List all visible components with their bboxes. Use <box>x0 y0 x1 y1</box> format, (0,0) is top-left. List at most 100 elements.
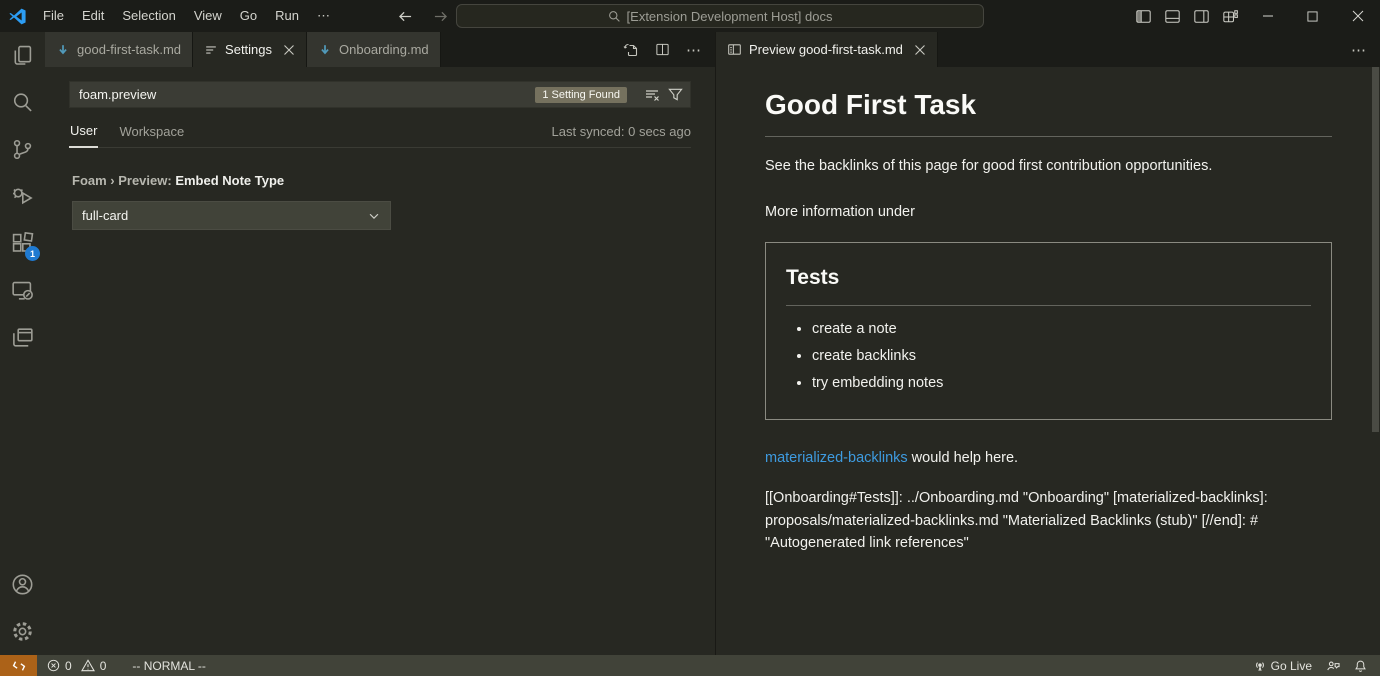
open-preview-icon <box>727 42 742 57</box>
embedded-note-title: Tests <box>786 245 1311 307</box>
menu-go[interactable]: Go <box>231 0 266 32</box>
tab-label: Preview good-first-task.md <box>749 42 903 57</box>
editor-group-left: good-first-task.md Settings Onboarding. <box>45 32 716 655</box>
settings-search-input[interactable]: foam.preview 1 Setting Found <box>69 81 691 108</box>
scope-tab-user[interactable]: User <box>69 123 98 148</box>
notifications-bell-icon[interactable] <box>1347 655 1374 676</box>
windows-stack-icon[interactable] <box>0 314 45 361</box>
setting-name: Embed Note Type <box>175 173 284 188</box>
nav-forward-icon[interactable] <box>433 10 448 23</box>
settings-results-badge: 1 Setting Found <box>535 87 627 103</box>
vscode-window: File Edit Selection View Go Run ⋯ [Exten… <box>0 0 1380 676</box>
left-editor-actions: ⋯ <box>623 32 715 67</box>
explorer-icon[interactable] <box>0 32 45 79</box>
setting-category: Foam › Preview: <box>72 173 175 188</box>
titlebar: File Edit Selection View Go Run ⋯ [Exten… <box>0 0 1380 32</box>
markdown-preview: Good First Task See the backlinks of thi… <box>716 67 1380 555</box>
materialized-backlinks-link[interactable]: materialized-backlinks <box>765 450 908 466</box>
source-control-icon[interactable] <box>0 126 45 173</box>
remote-indicator[interactable] <box>0 655 37 676</box>
tab-label: good-first-task.md <box>77 42 181 57</box>
error-icon <box>47 659 60 672</box>
list-item: create backlinks <box>812 346 1311 368</box>
toggle-secondary-sidebar-icon[interactable] <box>1187 0 1216 32</box>
toggle-panel-icon[interactable] <box>1158 0 1187 32</box>
select-value: full-card <box>82 208 128 223</box>
vscode-logo-icon <box>0 8 34 25</box>
embed-note-type-select[interactable]: full-card <box>72 201 391 230</box>
embedded-note-list: create a note create backlinks try embed… <box>786 319 1311 394</box>
search-sidebar-icon[interactable] <box>0 79 45 126</box>
menu-edit[interactable]: Edit <box>73 0 113 32</box>
statusbar-right: Go Live <box>1246 655 1380 676</box>
filter-icon[interactable] <box>668 87 683 102</box>
error-count: 0 <box>65 659 72 673</box>
embedded-note-card: Tests create a note create backlinks try… <box>765 242 1332 421</box>
close-tab-icon[interactable] <box>283 44 295 56</box>
markdown-file-icon <box>318 43 332 57</box>
tab-label: Onboarding.md <box>339 42 429 57</box>
titlebar-controls <box>1129 0 1380 32</box>
tab-good-first-task[interactable]: good-first-task.md <box>45 32 193 67</box>
broadcast-icon <box>1253 659 1267 673</box>
customize-layout-icon[interactable] <box>1216 0 1245 32</box>
history-nav <box>398 0 448 32</box>
settings-editor: foam.preview 1 Setting Found User Worksp… <box>45 67 715 230</box>
settings-gear-icon[interactable] <box>0 608 45 655</box>
command-center-label: [Extension Development Host] docs <box>627 9 833 24</box>
setting-title: Foam › Preview: Embed Note Type <box>72 173 691 188</box>
menu-file[interactable]: File <box>34 0 73 32</box>
go-live-button[interactable]: Go Live <box>1246 655 1319 676</box>
preview-paragraph: See the backlinks of this page for good … <box>765 156 1332 178</box>
chevron-down-icon <box>367 209 381 223</box>
maximize-button[interactable] <box>1290 0 1335 32</box>
toggle-sidebar-icon[interactable] <box>1129 0 1158 32</box>
clear-filters-icon[interactable] <box>644 87 660 103</box>
run-debug-icon[interactable] <box>0 173 45 220</box>
problems-status[interactable]: 0 0 <box>41 655 112 676</box>
last-synced-label: Last synced: 0 secs ago <box>552 124 691 147</box>
menubar: File Edit Selection View Go Run ⋯ <box>34 0 340 32</box>
tab-onboarding[interactable]: Onboarding.md <box>307 32 441 67</box>
command-center-search[interactable]: [Extension Development Host] docs <box>456 4 984 28</box>
close-tab-icon[interactable] <box>914 44 926 56</box>
more-actions-icon[interactable]: ⋯ <box>1351 41 1367 59</box>
minimize-button[interactable] <box>1245 0 1290 32</box>
menu-selection[interactable]: Selection <box>113 0 184 32</box>
link-tail-text: would help here. <box>908 450 1018 466</box>
nav-back-icon[interactable] <box>398 10 413 23</box>
menu-view[interactable]: View <box>185 0 231 32</box>
activity-bar: 1 <box>0 32 45 655</box>
tab-settings[interactable]: Settings <box>193 32 307 67</box>
scope-tab-workspace[interactable]: Workspace <box>118 124 185 147</box>
vim-mode-status[interactable]: -- NORMAL -- <box>126 655 212 676</box>
tab-label: Settings <box>225 42 272 57</box>
left-tabbar: good-first-task.md Settings Onboarding. <box>45 32 715 67</box>
warning-icon <box>81 659 95 672</box>
feedback-icon[interactable] <box>1319 655 1347 676</box>
preview-paragraph: materialized-backlinks would help here. <box>765 448 1332 470</box>
link-references-text: [[Onboarding#Tests]]: ../Onboarding.md "… <box>765 487 1332 555</box>
account-icon[interactable] <box>0 561 45 608</box>
settings-editor-icon <box>204 43 218 57</box>
remote-explorer-icon[interactable] <box>0 267 45 314</box>
menu-run[interactable]: Run <box>266 0 308 32</box>
setting-embed-note-type: Foam › Preview: Embed Note Type full-car… <box>69 173 691 230</box>
right-editor-actions: ⋯ <box>1351 32 1380 67</box>
search-icon <box>608 10 621 23</box>
tab-preview-good-first-task[interactable]: Preview good-first-task.md <box>716 32 938 67</box>
open-settings-json-icon[interactable] <box>623 42 639 58</box>
settings-scope-tabs: User Workspace Last synced: 0 secs ago <box>69 123 691 148</box>
warning-count: 0 <box>100 659 107 673</box>
preview-paragraph: More information under <box>765 202 1332 224</box>
list-item: create a note <box>812 319 1311 341</box>
menu-more-button[interactable]: ⋯ <box>308 0 340 32</box>
more-actions-icon[interactable]: ⋯ <box>686 41 702 59</box>
preview-scrollbar[interactable] <box>1372 67 1379 432</box>
right-tabbar: Preview good-first-task.md ⋯ <box>716 32 1380 67</box>
close-window-button[interactable] <box>1335 0 1380 32</box>
status-bar: 0 0 -- NORMAL -- Go Live <box>0 655 1380 676</box>
extensions-icon[interactable]: 1 <box>0 220 45 267</box>
split-editor-icon[interactable] <box>655 42 670 57</box>
settings-search-value: foam.preview <box>79 87 535 102</box>
